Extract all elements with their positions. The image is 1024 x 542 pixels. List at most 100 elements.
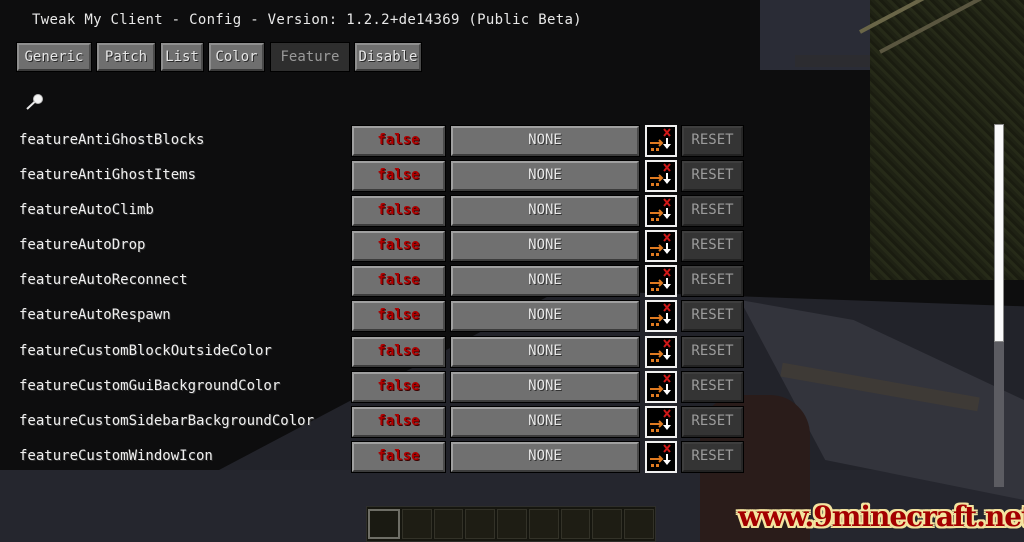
dots-icon (651, 359, 659, 362)
x-icon (663, 268, 671, 277)
config-name: featureCustomSidebarBackgroundColor (19, 413, 315, 429)
hotkey-button[interactable]: NONE (450, 406, 640, 438)
hotkey-button[interactable]: NONE (450, 230, 640, 262)
arrow-down-icon (663, 173, 671, 184)
reset-button[interactable]: RESET (681, 230, 744, 262)
dots-icon (651, 323, 659, 326)
keybind-settings-button[interactable] (645, 230, 677, 262)
tab-color[interactable]: Color (208, 42, 265, 72)
dots-icon (651, 394, 659, 397)
keybind-settings-icon (650, 128, 671, 151)
config-row: featureAutoDrop false NONE RESET (0, 230, 760, 262)
hotkey-button[interactable]: NONE (450, 125, 640, 157)
reset-button[interactable]: RESET (681, 125, 744, 157)
dots-icon (651, 429, 659, 432)
keybind-settings-button[interactable] (645, 125, 677, 157)
config-name: featureAutoReconnect (19, 272, 188, 288)
hotkey-button[interactable]: NONE (450, 441, 640, 473)
hotbar (366, 506, 656, 542)
reset-button[interactable]: RESET (681, 441, 744, 473)
value-toggle-button[interactable]: false (351, 371, 446, 403)
hotkey-button[interactable]: NONE (450, 300, 640, 332)
reset-button[interactable]: RESET (681, 406, 744, 438)
arrow-right-icon (650, 314, 664, 322)
hotbar-slot (401, 509, 432, 539)
value-toggle-button[interactable]: false (351, 300, 446, 332)
config-row: featureCustomGuiBackgroundColor false NO… (0, 371, 760, 403)
value-toggle-button[interactable]: false (351, 230, 446, 262)
value-toggle-button[interactable]: false (351, 265, 446, 297)
config-row: featureAntiGhostItems false NONE RESET (0, 160, 760, 192)
config-row: featureAutoClimb false NONE RESET (0, 195, 760, 227)
arrow-right-icon (650, 279, 664, 287)
x-icon (663, 303, 671, 312)
keybind-settings-button[interactable] (645, 160, 677, 192)
hotkey-button[interactable]: NONE (450, 336, 640, 368)
keybind-settings-icon (650, 374, 671, 397)
keybind-settings-icon (650, 303, 671, 326)
hotbar-slot (368, 509, 400, 539)
keybind-settings-icon (650, 339, 671, 362)
config-name: featureCustomBlockOutsideColor (19, 343, 272, 359)
hotbar-slot (433, 509, 464, 539)
hotbar-slot (592, 509, 623, 539)
arrow-down-icon (663, 278, 671, 289)
arrow-right-icon (650, 350, 664, 358)
dots-icon (651, 218, 659, 221)
keybind-settings-button[interactable] (645, 300, 677, 332)
config-name: featureCustomGuiBackgroundColor (19, 378, 281, 394)
keybind-settings-icon (650, 409, 671, 432)
dots-icon (651, 253, 659, 256)
keybind-settings-button[interactable] (645, 265, 677, 297)
value-toggle-button[interactable]: false (351, 336, 446, 368)
hotkey-button[interactable]: NONE (450, 371, 640, 403)
hotkey-button[interactable]: NONE (450, 195, 640, 227)
keybind-settings-icon (650, 198, 671, 221)
arrow-down-icon (663, 313, 671, 324)
reset-button[interactable]: RESET (681, 195, 744, 227)
config-row: featureAutoRespawn false NONE RESET (0, 300, 760, 332)
keybind-settings-button[interactable] (645, 336, 677, 368)
config-name: featureAntiGhostBlocks (19, 132, 205, 148)
value-toggle-button[interactable]: false (351, 195, 446, 227)
reset-button[interactable]: RESET (681, 371, 744, 403)
value-toggle-button[interactable]: false (351, 160, 446, 192)
keybind-settings-button[interactable] (645, 195, 677, 227)
keybind-settings-button[interactable] (645, 441, 677, 473)
config-name: featureAntiGhostItems (19, 167, 197, 183)
keybind-settings-icon (650, 444, 671, 467)
tab-patch[interactable]: Patch (96, 42, 156, 72)
reset-button[interactable]: RESET (681, 160, 744, 192)
scrollbar-thumb[interactable] (994, 124, 1004, 342)
arrow-right-icon (650, 209, 664, 217)
watermark: www.9minecraft.net (738, 500, 1024, 533)
config-row: featureCustomWindowIcon false NONE RESET (0, 441, 760, 473)
tab-list[interactable]: List (160, 42, 204, 72)
search-icon[interactable] (24, 92, 46, 112)
arrow-down-icon (663, 243, 671, 254)
config-row: featureCustomSidebarBackgroundColor fals… (0, 406, 760, 438)
x-icon (663, 409, 671, 418)
keybind-settings-button[interactable] (645, 406, 677, 438)
value-toggle-button[interactable]: false (351, 125, 446, 157)
tab-feature[interactable]: Feature (270, 42, 350, 72)
value-toggle-button[interactable]: false (351, 406, 446, 438)
window-title: Tweak My Client - Config - Version: 1.2.… (32, 12, 582, 28)
x-icon (663, 444, 671, 453)
config-row: featureAutoReconnect false NONE RESET (0, 265, 760, 297)
hotbar-slot (624, 509, 655, 539)
value-toggle-button[interactable]: false (351, 441, 446, 473)
hotkey-button[interactable]: NONE (450, 265, 640, 297)
arrow-down-icon (663, 384, 671, 395)
hotbar-slot (497, 509, 527, 539)
reset-button[interactable]: RESET (681, 265, 744, 297)
tab-generic[interactable]: Generic (16, 42, 92, 72)
reset-button[interactable]: RESET (681, 300, 744, 332)
keybind-settings-button[interactable] (645, 371, 677, 403)
tab-disable[interactable]: Disable (354, 42, 422, 72)
reset-button[interactable]: RESET (681, 336, 744, 368)
config-name: featureAutoClimb (19, 202, 154, 218)
arrow-down-icon (663, 349, 671, 360)
arrow-down-icon (663, 208, 671, 219)
hotkey-button[interactable]: NONE (450, 160, 640, 192)
